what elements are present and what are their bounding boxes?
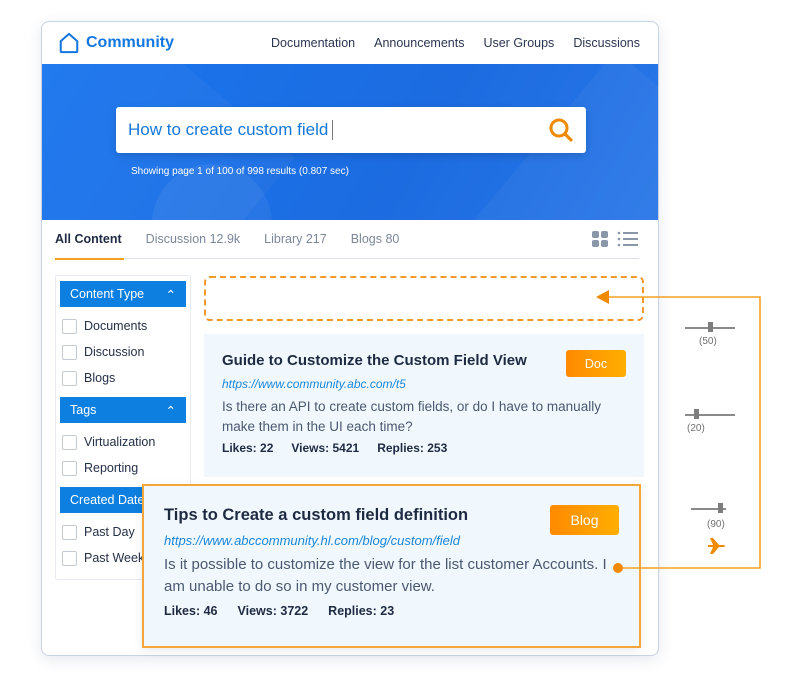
slider-value: (20): [687, 423, 705, 434]
grid-view-icon[interactable]: [591, 230, 609, 248]
filter-header[interactable]: Tags ⌃: [60, 397, 186, 423]
search-input[interactable]: How to create custom field: [128, 120, 548, 141]
result-description: Is there an API to create custom fields,…: [222, 399, 601, 434]
slider-thumb[interactable]: [707, 322, 713, 332]
top-bar: Community Documentation Announcements Us…: [42, 22, 658, 64]
checkbox[interactable]: [62, 434, 77, 450]
replies-count: Replies: 23: [328, 604, 395, 618]
filter-option[interactable]: Discussion: [60, 339, 186, 365]
slider-1[interactable]: [685, 322, 735, 334]
list-view-icon[interactable]: [617, 230, 639, 248]
text-caret: [332, 120, 334, 141]
nav-discussions[interactable]: Discussions: [573, 36, 640, 50]
dragged-result-card[interactable]: Tips to Create a custom field definition…: [142, 484, 641, 648]
logo[interactable]: Community: [58, 32, 174, 54]
filter-option[interactable]: Virtualization: [60, 429, 186, 455]
drop-target-placeholder[interactable]: [204, 276, 644, 321]
search-box[interactable]: How to create custom field: [116, 107, 586, 153]
slider-thumb[interactable]: [694, 409, 699, 419]
checkbox[interactable]: [62, 524, 77, 540]
views-count: Views: 5421: [291, 441, 360, 455]
search-hero: How to create custom field Showing page …: [42, 64, 658, 220]
nav-documentation[interactable]: Documentation: [271, 36, 355, 50]
slider-track: [685, 414, 735, 416]
result-stats: Likes: 46 Views: 3722 Replies: 23: [164, 604, 619, 618]
slider-value: (50): [699, 336, 717, 347]
checkbox[interactable]: [62, 344, 77, 360]
checkbox[interactable]: [62, 550, 77, 566]
airplane-icon: [708, 538, 725, 554]
filter-group-tags: Tags ⌃ Virtualization Reporting: [60, 397, 186, 481]
checkbox[interactable]: [62, 370, 77, 386]
result-stats: Likes: 22 Views: 5421 Replies: 253: [222, 441, 626, 455]
likes-count: Likes: 46: [164, 604, 218, 618]
type-badge[interactable]: Doc: [566, 350, 626, 377]
views-count: Views: 3722: [237, 604, 309, 618]
home-icon: [59, 32, 79, 54]
slider-value: (90): [707, 519, 725, 530]
chevron-up-icon: ⌃: [165, 287, 176, 302]
tab-library[interactable]: Library 217: [264, 220, 327, 259]
checkbox[interactable]: [62, 460, 77, 476]
results-info: Showing page 1 of 100 of 998 results (0.…: [131, 166, 349, 177]
result-url[interactable]: https://www.community.abc.com/t5: [222, 377, 626, 391]
main-nav: Documentation Announcements User Groups …: [271, 22, 640, 64]
filter-option[interactable]: Documents: [60, 313, 186, 339]
tab-discussion[interactable]: Discussion 12.9k: [146, 220, 241, 259]
nav-user-groups[interactable]: User Groups: [483, 36, 554, 50]
filter-header[interactable]: Content Type ⌃: [60, 281, 186, 307]
nav-announcements[interactable]: Announcements: [374, 36, 464, 50]
tab-all-content[interactable]: All Content: [55, 220, 124, 260]
result-description: Is it possible to customize the view for…: [164, 556, 607, 595]
tab-blogs[interactable]: Blogs 80: [351, 220, 400, 259]
filter-group-content-type: Content Type ⌃ Documents Discussion Blogs: [60, 281, 186, 391]
checkbox[interactable]: [62, 318, 77, 334]
search-icon[interactable]: [548, 117, 574, 143]
view-toggle: [591, 230, 639, 248]
chevron-up-icon: ⌃: [165, 403, 176, 418]
slider-3[interactable]: [691, 503, 726, 515]
likes-count: Likes: 22: [222, 441, 274, 455]
result-url[interactable]: https://www.abccommunity.hl.com/blog/cus…: [164, 533, 619, 548]
filter-option[interactable]: Blogs: [60, 365, 186, 391]
filter-option[interactable]: Reporting: [60, 455, 186, 481]
slider-2[interactable]: [685, 409, 735, 421]
content-tabs: All Content Discussion 12.9k Library 217…: [55, 220, 639, 260]
slider-thumb[interactable]: [718, 503, 723, 513]
type-badge[interactable]: Blog: [550, 505, 619, 535]
replies-count: Replies: 253: [377, 441, 448, 455]
app-title: Community: [86, 34, 174, 51]
result-card[interactable]: Guide to Customize the Custom Field View…: [204, 334, 644, 477]
